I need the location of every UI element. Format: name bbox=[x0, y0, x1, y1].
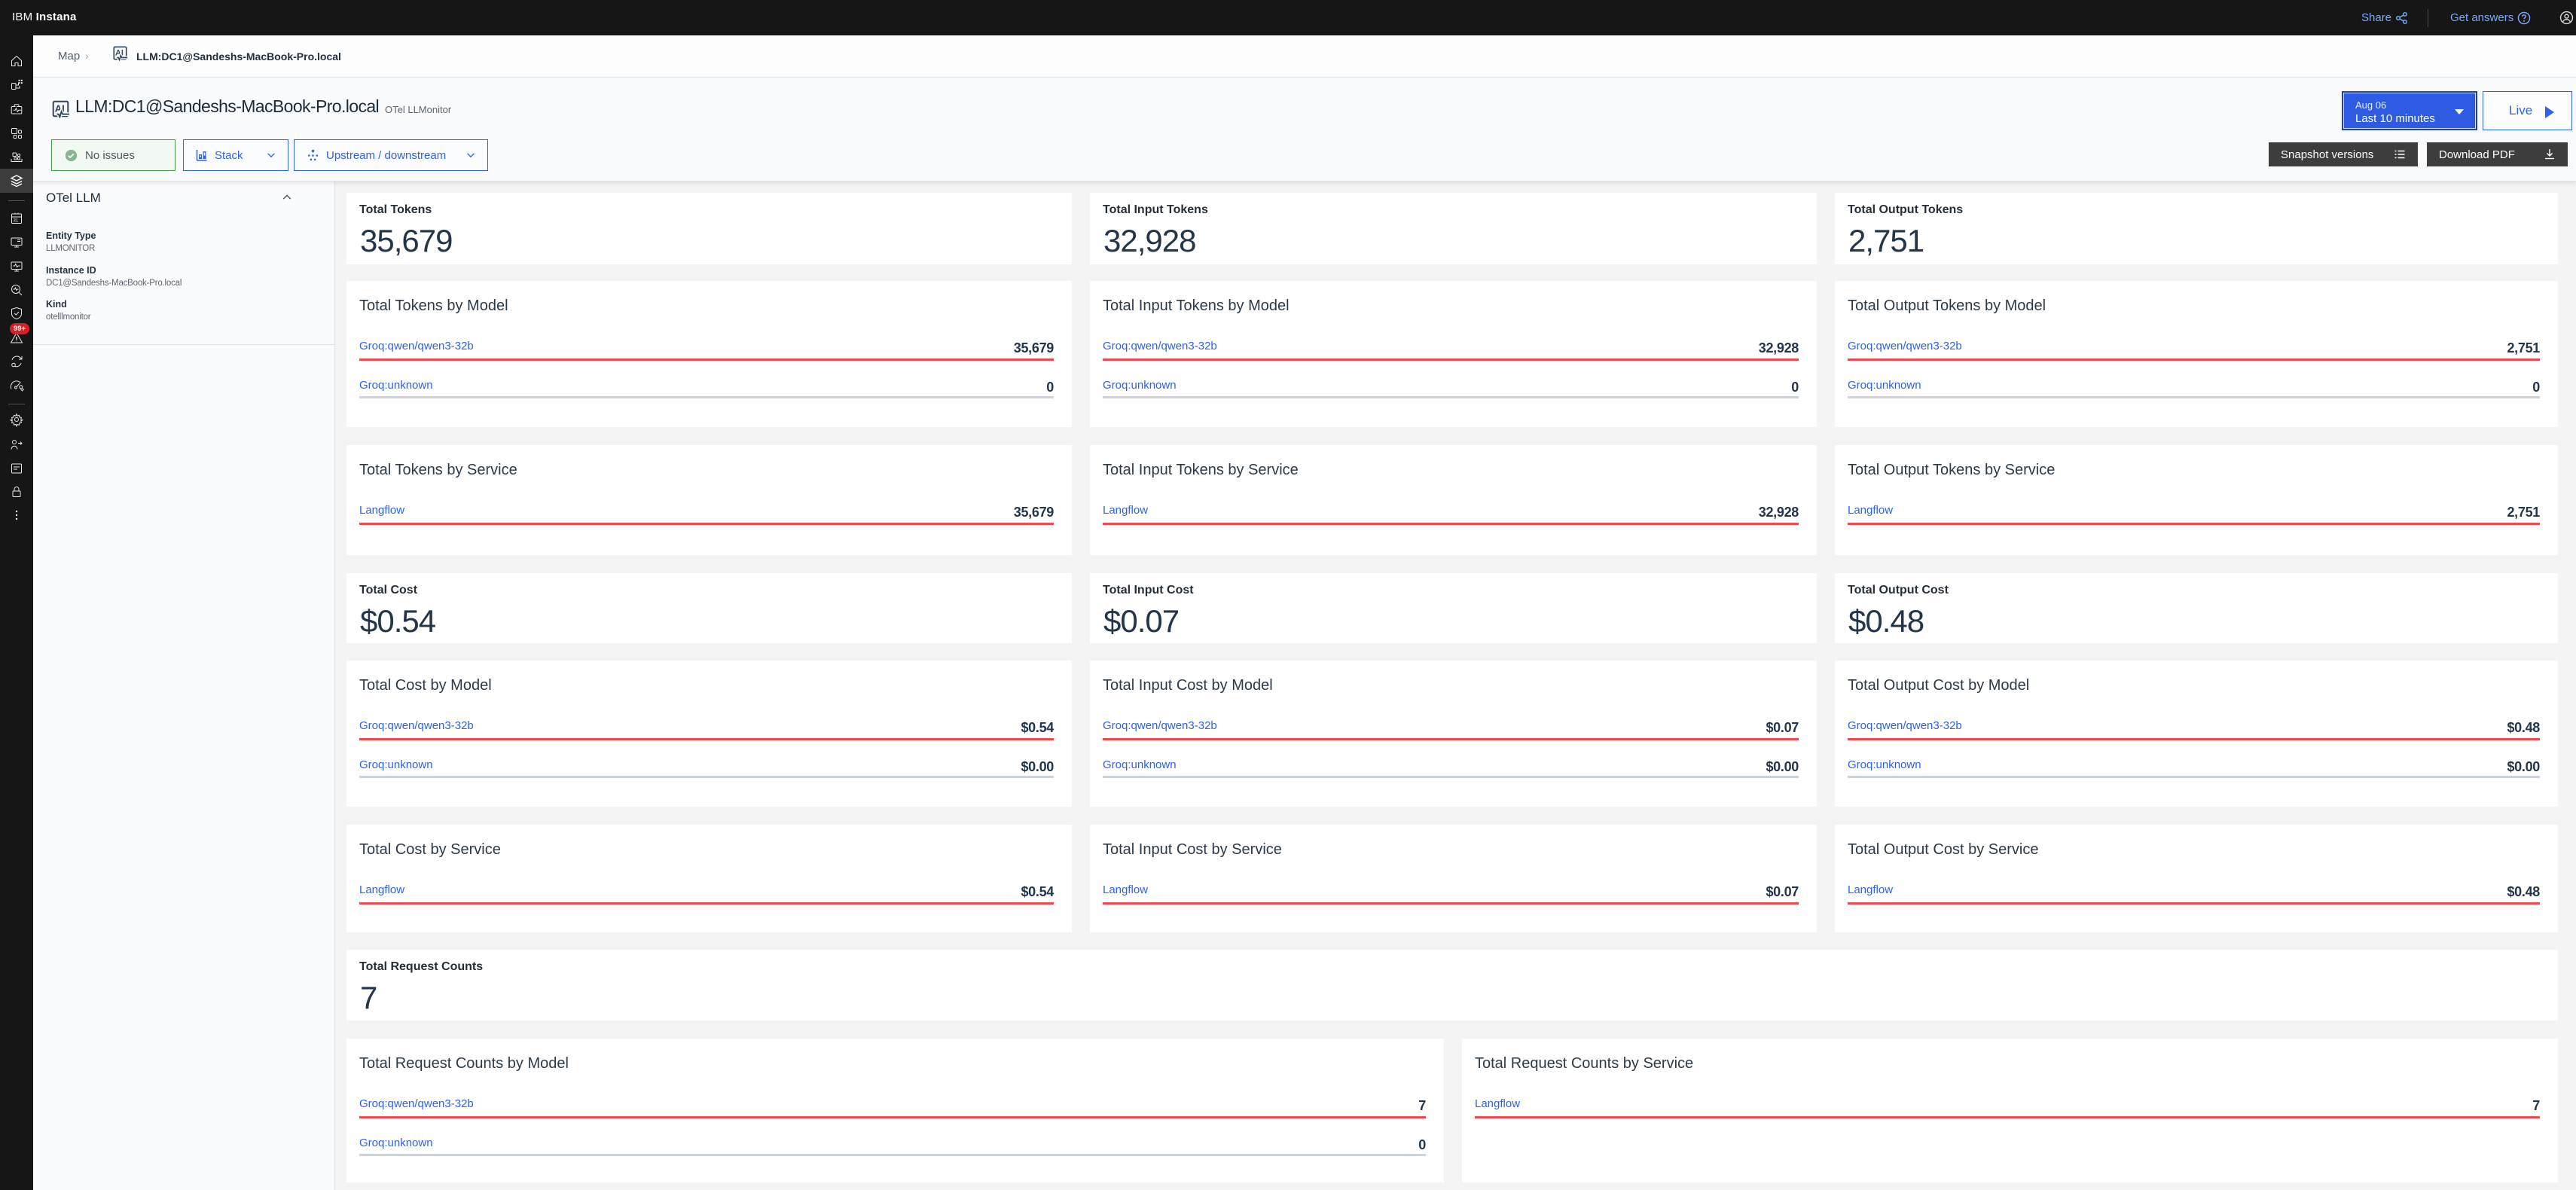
svg-text:31: 31 bbox=[14, 219, 19, 224]
